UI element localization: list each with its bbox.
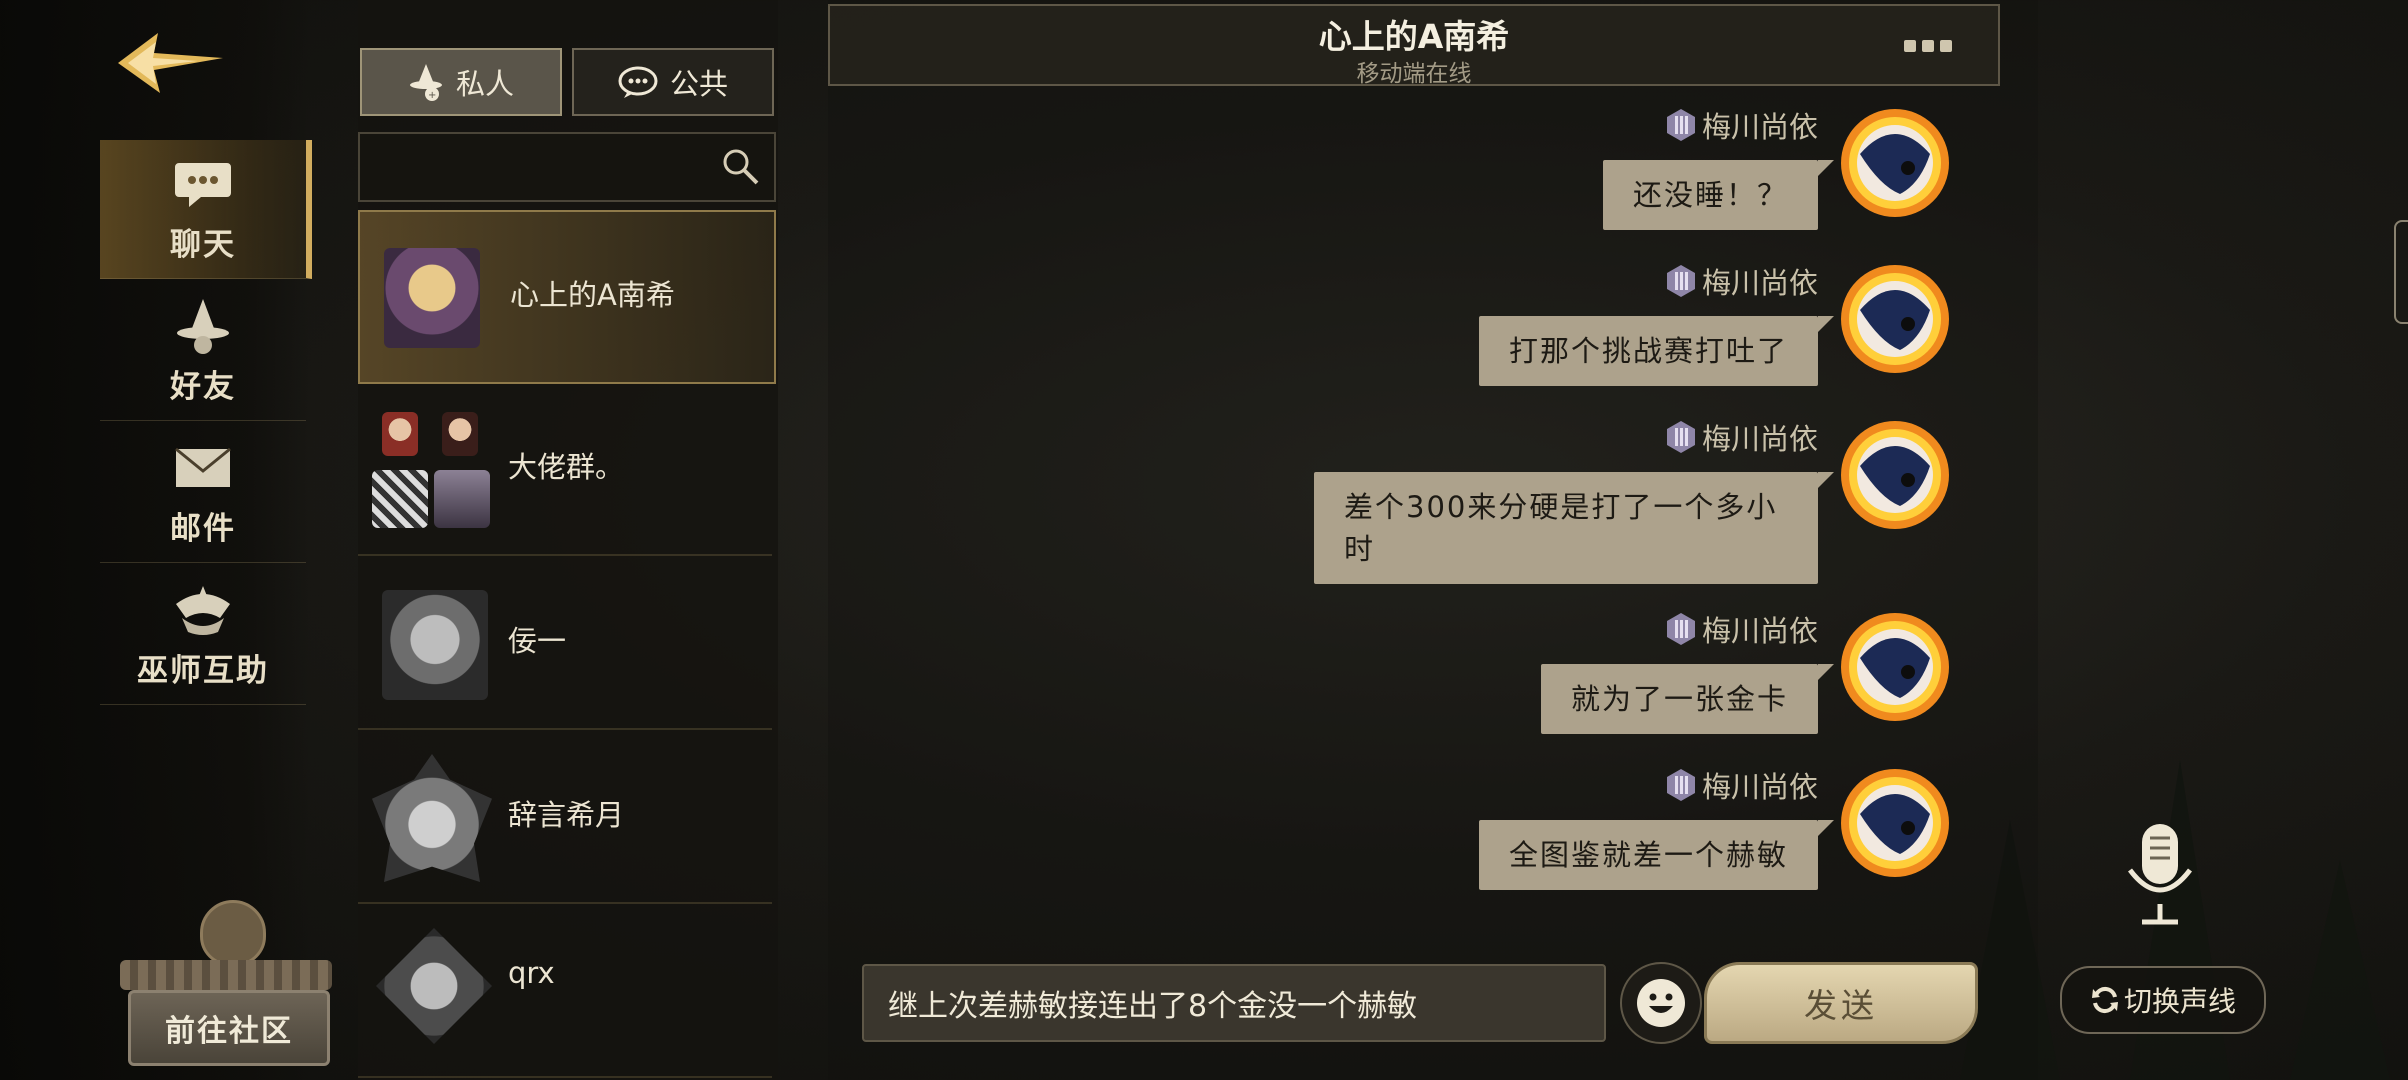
tab-label: 私人 bbox=[455, 67, 514, 101]
contact-item[interactable]: 大佬群。 bbox=[358, 384, 772, 556]
public-chat-icon bbox=[618, 66, 658, 98]
contact-avatar bbox=[372, 470, 428, 528]
user-avatar[interactable] bbox=[1836, 260, 1954, 378]
svg-text:+: + bbox=[428, 90, 436, 101]
nav-label: 巫师互助 bbox=[137, 652, 269, 689]
more-options-button[interactable] bbox=[1904, 34, 1958, 58]
message-sender: 梅川尚依 bbox=[1666, 608, 1818, 650]
microphone-icon[interactable] bbox=[2120, 820, 2200, 930]
chat-message: 梅川尚依 打那个挑战赛打吐了 bbox=[1098, 260, 1998, 410]
rank-badge-icon bbox=[1666, 769, 1695, 801]
send-button[interactable]: 发送 bbox=[1704, 962, 1978, 1044]
emoji-button[interactable] bbox=[1620, 962, 1702, 1044]
message-sender: 梅川尚依 bbox=[1666, 764, 1818, 806]
contact-avatar bbox=[376, 928, 492, 1044]
nav-item-mail[interactable]: 邮件 bbox=[100, 424, 306, 563]
message-bubble: 打那个挑战赛打吐了 bbox=[1478, 316, 1835, 386]
message-bubble: 全图鉴就差一个赫敏 bbox=[1478, 820, 1835, 890]
contact-item[interactable]: 佞一 bbox=[358, 558, 772, 730]
user-avatar[interactable] bbox=[1836, 416, 1954, 534]
chat-window: 心上的A南希 移动端在线 梅川尚依 还没睡！？ 梅川尚依 打那个挑战赛打吐了 梅… bbox=[828, 0, 2038, 1080]
contact-name: 辞言希月 bbox=[508, 798, 625, 832]
contact-item[interactable]: 心上的A南希 bbox=[358, 210, 776, 384]
helping-hands-icon bbox=[172, 581, 234, 639]
sender-name: 梅川尚依 bbox=[1701, 266, 1818, 300]
rank-badge-icon bbox=[1666, 421, 1695, 453]
chat-message: 梅川尚依 还没睡！？ bbox=[1098, 104, 1998, 254]
message-bubble: 就为了一张金卡 bbox=[1540, 664, 1835, 734]
contact-avatar bbox=[442, 412, 478, 456]
user-avatar[interactable] bbox=[1836, 608, 1954, 726]
envelope-icon bbox=[172, 439, 234, 497]
rank-badge-icon bbox=[1666, 613, 1695, 645]
contact-name: 佞一 bbox=[508, 624, 567, 658]
nav-item-friends[interactable]: 好友 bbox=[100, 282, 306, 421]
nav-item-chat[interactable]: 聊天 bbox=[100, 140, 312, 279]
message-sender: 梅川尚依 bbox=[1666, 104, 1818, 146]
nav-label: 好友 bbox=[170, 368, 236, 405]
side-drawer-handle[interactable] bbox=[2394, 220, 2408, 324]
search-box[interactable] bbox=[358, 132, 776, 202]
chat-header: 心上的A南希 移动端在线 bbox=[828, 4, 2000, 87]
contact-name: 大佬群。 bbox=[508, 450, 625, 484]
nav-label: 聊天 bbox=[170, 226, 236, 263]
message-bubble: 还没睡！？ bbox=[1602, 160, 1835, 230]
chat-message: 梅川尚依 差个300来分硬是打了一个多小时 bbox=[1098, 416, 1998, 616]
contact-name: qrx bbox=[508, 956, 555, 990]
tab-label: 公共 bbox=[669, 67, 728, 101]
message-input[interactable] bbox=[864, 966, 1604, 1040]
community-button[interactable]: 前往社区 bbox=[120, 900, 332, 1066]
contact-avatar bbox=[434, 470, 490, 528]
smiley-icon bbox=[1637, 979, 1685, 1027]
message-input-box[interactable] bbox=[862, 964, 1606, 1042]
chat-message: 梅川尚依 全图鉴就差一个赫敏 bbox=[1098, 764, 1998, 914]
wizard-hat-icon bbox=[172, 297, 234, 355]
sender-name: 梅川尚依 bbox=[1701, 770, 1818, 804]
sender-name: 梅川尚依 bbox=[1701, 614, 1818, 648]
contact-name: 心上的A南希 bbox=[510, 278, 675, 312]
search-icon[interactable] bbox=[720, 146, 760, 186]
online-status: 移动端在线 bbox=[1356, 61, 1472, 87]
community-plank: 前往社区 bbox=[128, 990, 330, 1066]
switch-voice-button[interactable]: 切换声线 bbox=[2060, 966, 2266, 1034]
private-chat-icon: + bbox=[409, 64, 442, 101]
chat-bubble-icon bbox=[172, 155, 234, 213]
message-sender: 梅川尚依 bbox=[1666, 416, 1818, 458]
fence-decoration bbox=[120, 960, 332, 990]
switch-voice-label: 切换声线 bbox=[2123, 985, 2236, 1018]
contact-list-panel: + 私人 公共 心上的A南希 大佬群。 佞一 辞言希月 qrx bbox=[358, 0, 778, 1080]
side-navigation: 聊天 好友 邮件 巫师互助 前往社区 bbox=[0, 0, 332, 1080]
user-avatar[interactable] bbox=[1836, 104, 1954, 222]
nav-item-wizard-help[interactable]: 巫师互助 bbox=[100, 566, 306, 705]
message-bubble: 差个300来分硬是打了一个多小时 bbox=[1314, 472, 1834, 584]
sender-name: 梅川尚依 bbox=[1701, 110, 1818, 144]
contact-avatar bbox=[382, 412, 418, 456]
rank-badge-icon bbox=[1666, 265, 1695, 297]
contact-avatar bbox=[372, 754, 492, 882]
background-tree bbox=[2290, 860, 2390, 1080]
refresh-icon bbox=[2091, 986, 2118, 1014]
contact-item[interactable]: 辞言希月 bbox=[358, 732, 772, 904]
sender-name: 梅川尚依 bbox=[1701, 422, 1818, 456]
search-input[interactable] bbox=[360, 134, 718, 198]
user-avatar[interactable] bbox=[1836, 764, 1954, 882]
owl-icon bbox=[200, 900, 266, 966]
tab-private[interactable]: + 私人 bbox=[360, 48, 562, 116]
contact-avatar bbox=[384, 248, 480, 348]
nav-label: 邮件 bbox=[170, 510, 236, 547]
contact-item[interactable]: qrx bbox=[358, 906, 772, 1078]
message-sender: 梅川尚依 bbox=[1666, 260, 1818, 302]
back-arrow-icon[interactable] bbox=[118, 28, 228, 98]
community-label: 前往社区 bbox=[165, 1014, 293, 1049]
chat-title: 心上的A南希 bbox=[1318, 17, 1510, 56]
contact-avatar bbox=[382, 590, 488, 700]
rank-badge-icon bbox=[1666, 109, 1695, 141]
chat-message: 梅川尚依 就为了一张金卡 bbox=[1098, 608, 1998, 758]
tab-public[interactable]: 公共 bbox=[572, 48, 774, 116]
